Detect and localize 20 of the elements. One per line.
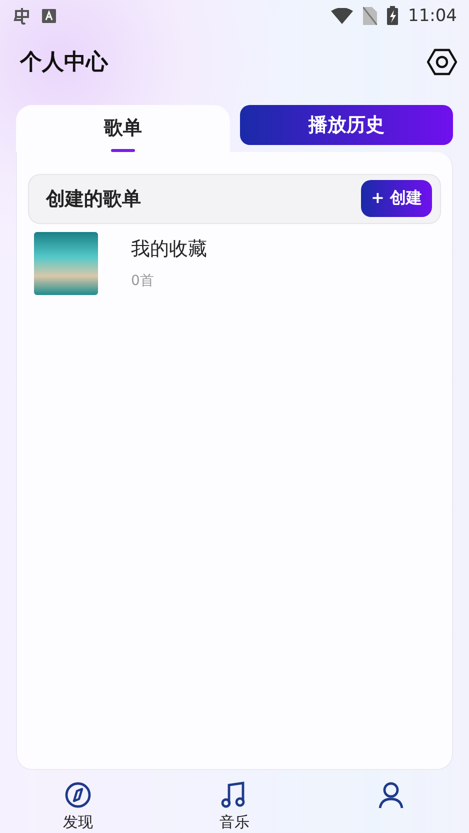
no-sim-icon: [363, 6, 377, 25]
status-time: 11:04: [408, 6, 457, 26]
cover-photo-placeholder[interactable]: [34, 232, 98, 295]
nav-item[interactable]: 发现: [38, 780, 118, 833]
compass-icon: [64, 781, 92, 809]
playlist-name[interactable]: 我的收藏: [131, 236, 207, 262]
keyboard-notification-icon: [42, 8, 56, 23]
song-count: 0首: [131, 272, 155, 290]
section-title: 创建的歌单: [46, 186, 141, 212]
create-button[interactable]: + 创建: [361, 180, 432, 218]
wifi-icon: [331, 8, 353, 24]
page-title: 个人中心: [20, 48, 108, 78]
settings-icon[interactable]: [427, 48, 457, 76]
battery-charging-icon: [387, 6, 398, 26]
person-icon: [378, 781, 404, 809]
tab[interactable]: 播放历史: [240, 104, 453, 145]
tab[interactable]: 歌单: [16, 104, 230, 152]
nav-item[interactable]: 音乐: [194, 780, 274, 833]
app-notification-icon: [12, 6, 32, 26]
music-note-icon: [221, 781, 248, 809]
